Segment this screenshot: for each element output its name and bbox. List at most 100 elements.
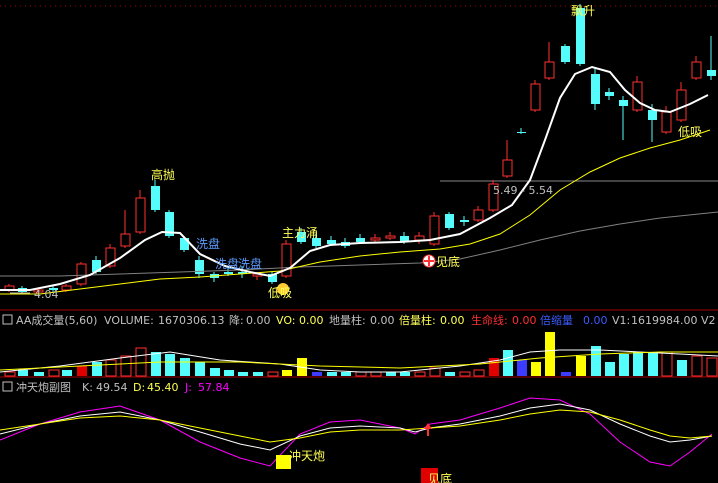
volume-bar bbox=[238, 372, 248, 376]
volume-bar bbox=[633, 352, 643, 376]
candle-body bbox=[605, 92, 614, 96]
volume-bar bbox=[605, 362, 615, 376]
candle-body bbox=[76, 263, 87, 285]
candle-body bbox=[414, 235, 425, 241]
jiang-label: 降: bbox=[229, 313, 244, 327]
volume-bar bbox=[253, 372, 263, 376]
gaopao-label: 高抛 bbox=[151, 167, 175, 182]
volume-bar bbox=[473, 369, 485, 377]
k-label: K: bbox=[82, 381, 93, 394]
volume-bar bbox=[503, 350, 513, 376]
bensuo-value: 0.00 bbox=[583, 314, 608, 327]
d-value: 45.40 bbox=[147, 381, 179, 394]
candle-body bbox=[224, 272, 233, 274]
candle-body bbox=[676, 89, 687, 121]
volume-bar bbox=[105, 359, 117, 377]
candle-body bbox=[544, 61, 555, 79]
volume-bar bbox=[180, 358, 190, 376]
volume-bar bbox=[34, 372, 44, 376]
vo-value: 0.00 bbox=[299, 314, 324, 327]
candle-body bbox=[517, 132, 526, 133]
j-label: J: bbox=[184, 381, 192, 394]
candle-body bbox=[691, 61, 702, 79]
candle-body bbox=[445, 214, 454, 228]
volume-bar bbox=[445, 372, 455, 376]
low-price-label: 4.04 bbox=[34, 288, 59, 301]
volume-bar bbox=[677, 360, 687, 376]
shengming-label: 生命线: bbox=[471, 313, 508, 327]
volume-bar bbox=[18, 370, 28, 376]
volume-bar bbox=[151, 352, 161, 376]
range-label: 5.49 - 5.54 bbox=[493, 184, 553, 197]
volume-bar bbox=[267, 371, 279, 377]
candle-body bbox=[370, 237, 381, 241]
dixi1-label: 低吸 bbox=[268, 286, 292, 300]
candle-body bbox=[530, 83, 541, 111]
k-value: 49.54 bbox=[96, 381, 128, 394]
dixi2-label: 低吸 bbox=[678, 125, 702, 139]
volume-bar bbox=[576, 356, 586, 376]
volume-bar bbox=[4, 371, 16, 377]
volume-bar bbox=[224, 370, 234, 376]
candle-body bbox=[385, 235, 396, 239]
volume-bar bbox=[370, 371, 382, 377]
volume-bar bbox=[706, 357, 718, 377]
diliang-label: 地量柱: bbox=[329, 313, 366, 327]
volume-bar bbox=[312, 372, 322, 376]
volume-bar bbox=[62, 370, 72, 376]
volume-bar bbox=[459, 371, 471, 377]
shengming-value: 0.00 bbox=[512, 314, 537, 327]
candle-body bbox=[707, 70, 716, 76]
volume-bar bbox=[561, 372, 571, 376]
xipan1-label: 洗盘 bbox=[215, 256, 239, 271]
candle-body bbox=[473, 209, 484, 221]
volume-bar bbox=[282, 370, 292, 376]
volume-bar bbox=[545, 332, 555, 376]
jiang-value: 0.00 bbox=[246, 314, 271, 327]
volume-value: 1670306.13 bbox=[158, 314, 224, 327]
volume-bar bbox=[691, 355, 703, 377]
chuanpan-label: 洗盘 bbox=[196, 236, 220, 251]
candle-body bbox=[61, 285, 72, 291]
volume-bar bbox=[327, 372, 337, 376]
volume-bar bbox=[386, 372, 396, 376]
volume-bar bbox=[120, 355, 132, 377]
candle-body bbox=[460, 220, 469, 222]
bensuo-label: 倍缩量 bbox=[540, 313, 573, 327]
beiliang-label: 倍量柱: bbox=[399, 313, 436, 327]
vo-label: VO: bbox=[276, 314, 296, 327]
stock-chart[interactable]: 4.04 5.49 - 5.54 高抛 洗盘 洗盘 洗盘 主力涌 低吸 见底 飘… bbox=[0, 0, 718, 483]
candle-body bbox=[648, 110, 657, 120]
candle-body bbox=[151, 186, 160, 210]
volume-bar bbox=[210, 368, 220, 376]
volume-bar bbox=[414, 371, 426, 377]
volume-bar bbox=[195, 362, 205, 376]
chongtianpao-label: 冲天炮 bbox=[289, 448, 325, 463]
xipan2-label: 洗盘 bbox=[238, 256, 262, 271]
candle-body bbox=[502, 159, 513, 177]
volume-bar bbox=[517, 360, 527, 376]
volume-bar bbox=[92, 362, 102, 376]
kdj-jiandi-label: 见底 bbox=[428, 471, 452, 483]
volume-bar bbox=[355, 371, 367, 377]
kdj-indicator-name: 冲天炮副图 bbox=[16, 380, 71, 394]
volume-bar bbox=[400, 372, 410, 376]
jiandi-label: 见底 bbox=[436, 254, 460, 269]
volume-indicator-name: AA成交量(5,60) bbox=[16, 313, 97, 327]
candle-body bbox=[561, 46, 570, 62]
candle-body bbox=[619, 100, 628, 106]
candle-body bbox=[632, 81, 643, 111]
volume-bar bbox=[619, 354, 629, 376]
volume-bar bbox=[531, 362, 541, 376]
diliang-value: 0.00 bbox=[370, 314, 395, 327]
d-label: D: bbox=[133, 381, 145, 394]
candle-body bbox=[327, 240, 336, 244]
candle-body bbox=[135, 197, 146, 233]
candle-body bbox=[661, 111, 672, 133]
v1-label: V1: bbox=[612, 314, 630, 327]
volume-bar bbox=[165, 354, 175, 376]
piaosheng-label: 飘升 bbox=[571, 4, 595, 18]
beiliang-value: 0.00 bbox=[440, 314, 465, 327]
volume-label: VOLUME: bbox=[104, 314, 154, 327]
volume-bar bbox=[135, 347, 147, 377]
